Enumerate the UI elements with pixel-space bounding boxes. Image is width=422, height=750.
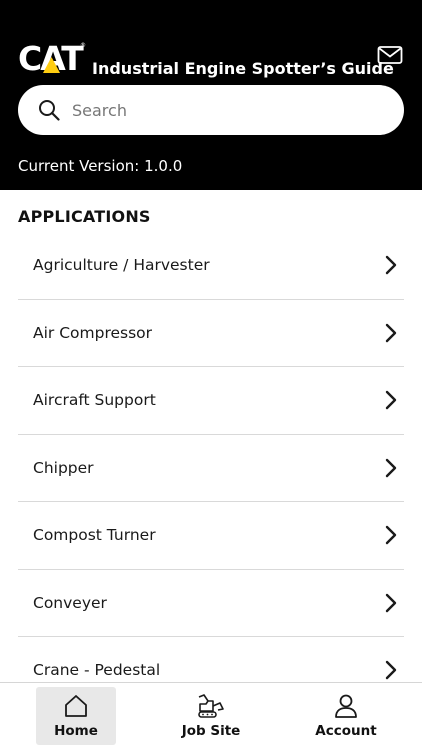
mail-icon[interactable] [377, 44, 403, 66]
home-icon [65, 695, 87, 717]
list-item-label: Chipper [33, 458, 94, 477]
list-item-label: Agriculture / Harvester [33, 256, 210, 275]
chevron-right-icon [385, 661, 397, 680]
app-title: Industrial Engine Spotter’s Guide [92, 59, 394, 78]
nav-home-label: Home [54, 723, 98, 739]
chevron-right-icon [385, 256, 397, 275]
nav-home[interactable]: Home [36, 687, 116, 745]
list-item-agriculture-harvester[interactable]: Agriculture / Harvester [18, 232, 404, 300]
svg-text:®: ® [80, 42, 86, 49]
nav-account[interactable]: Account [306, 687, 386, 745]
list-item-label: Air Compressor [33, 323, 153, 342]
list-item-label: Conveyer [33, 593, 107, 612]
cat-logo: CAT ® [18, 40, 86, 74]
list-item-label: Crane - Pedestal [33, 661, 161, 680]
chevron-right-icon [385, 323, 397, 342]
chevron-right-icon [385, 526, 397, 545]
section-title-applications: APPLICATIONS [18, 207, 151, 226]
search-input[interactable] [72, 85, 392, 135]
list-item-conveyer[interactable]: Conveyer [18, 570, 404, 637]
app-header: CAT ® Industrial Engine Spotter’s Guide … [0, 0, 422, 190]
excavator-icon [198, 694, 224, 718]
nav-account-label: Account [315, 723, 377, 739]
list-item-label: Compost Turner [33, 526, 156, 545]
list-item-label: Aircraft Support [33, 391, 156, 410]
nav-job-site[interactable]: Job Site [171, 687, 251, 745]
chevron-right-icon [385, 458, 397, 477]
search-bar[interactable] [18, 85, 404, 135]
search-icon [39, 100, 60, 121]
bottom-nav: Home Job Site Account [0, 682, 422, 750]
chevron-right-icon [385, 391, 397, 410]
list-item-chipper[interactable]: Chipper [18, 435, 404, 502]
chevron-right-icon [385, 593, 397, 612]
list-item-aircraft-support[interactable]: Aircraft Support [18, 367, 404, 435]
person-icon [335, 694, 357, 718]
nav-job-site-label: Job Site [181, 723, 241, 739]
applications-list: Agriculture / Harvester Air Compressor A… [18, 232, 404, 705]
version-label: Current Version: 1.0.0 [18, 157, 183, 175]
list-item-compost-turner[interactable]: Compost Turner [18, 502, 404, 570]
list-item-air-compressor[interactable]: Air Compressor [18, 300, 404, 367]
